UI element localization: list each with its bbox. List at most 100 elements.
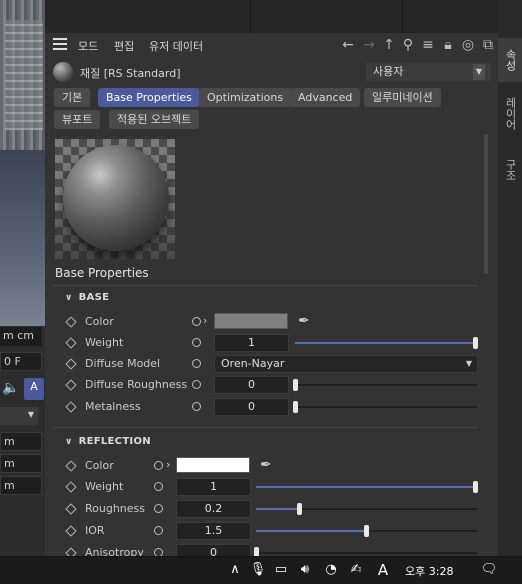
color-swatch[interactable] — [176, 457, 250, 473]
connect-icon[interactable] — [154, 504, 163, 513]
clock[interactable]: 오후 3:28 — [405, 563, 453, 579]
slider-knob[interactable] — [473, 481, 478, 493]
slider-track[interactable] — [295, 384, 477, 386]
slider-knob[interactable] — [364, 525, 369, 537]
color-swatch[interactable] — [214, 313, 288, 329]
slider-knob[interactable] — [297, 503, 302, 515]
material-header: 재질 [RS Standard] 사용자 ▼ — [45, 60, 498, 84]
diffuse-model-dropdown[interactable]: Oren-Nayar ▼ — [214, 355, 478, 373]
mode-dropdown[interactable]: 사용자 ▼ — [366, 63, 491, 81]
frame-field[interactable]: 0 F — [0, 352, 42, 371]
connect-icon[interactable] — [154, 482, 163, 491]
keyframe-icon[interactable] — [65, 481, 77, 493]
keyframe-icon[interactable] — [65, 358, 77, 370]
tab-layers[interactable]: 레이어 — [498, 90, 522, 136]
left-field-1[interactable]: m — [0, 432, 42, 451]
tab-basic[interactable]: 기본 — [54, 88, 91, 107]
pen-icon[interactable]: ✍︎ — [347, 561, 365, 579]
tab-structure[interactable]: 구조 — [498, 150, 522, 190]
connect-icon[interactable] — [154, 548, 163, 556]
menu-user-data[interactable]: 유저 데이터 — [149, 38, 203, 54]
keyframe-icon[interactable] — [65, 337, 77, 349]
wifi-icon[interactable]: ◔ — [322, 561, 340, 579]
filter-icon[interactable]: ≡ — [420, 37, 436, 53]
number-field[interactable]: 1 — [214, 334, 289, 352]
slider-knob[interactable] — [293, 401, 298, 413]
chevron-up-icon[interactable]: ∧ — [226, 561, 244, 579]
number-field[interactable]: 0 — [214, 376, 289, 394]
keyframe-icon[interactable] — [65, 401, 77, 413]
connect-icon[interactable] — [192, 338, 201, 347]
number-field[interactable]: 0.2 — [176, 500, 251, 518]
slider-track[interactable] — [256, 486, 477, 488]
group-base-header[interactable]: ∨ BASE — [65, 292, 109, 303]
param-reflection-weight: Weight 1 — [45, 477, 498, 497]
keyframe-icon[interactable] — [65, 460, 77, 472]
notification-icon[interactable]: 🗨︎ — [480, 561, 498, 579]
keyframe-icon[interactable] — [65, 316, 77, 328]
slider-fill — [256, 530, 367, 532]
number-field[interactable]: 1 — [176, 478, 251, 496]
tab-base-properties[interactable]: Base Properties — [98, 88, 200, 107]
tab-attributes[interactable]: 속성 — [498, 38, 522, 82]
param-label: Color — [85, 459, 114, 472]
new-window-icon[interactable]: ⧉ — [480, 37, 496, 53]
connect-icon[interactable] — [192, 402, 201, 411]
slider-track[interactable] — [256, 552, 477, 554]
eyedropper-icon[interactable]: ✒︎ — [260, 457, 272, 473]
search-icon[interactable]: ⚲ — [400, 37, 416, 53]
viewport[interactable] — [0, 0, 45, 326]
ime-indicator[interactable]: A — [374, 561, 392, 579]
material-preview[interactable] — [55, 139, 175, 259]
up-arrow-icon[interactable]: ↑ — [381, 37, 397, 53]
lock-icon[interactable]: 🔒︎ — [440, 37, 456, 53]
keyframe-icon[interactable] — [65, 547, 77, 556]
keyframe-icon[interactable] — [65, 525, 77, 537]
tab-optimizations[interactable]: Optimizations — [199, 88, 292, 107]
tab-advanced[interactable]: Advanced — [290, 88, 361, 107]
keyframe-icon[interactable] — [65, 379, 77, 391]
left-field-2[interactable]: m — [0, 454, 42, 473]
right-tab-strip: 속성 레이어 구조 — [498, 0, 522, 556]
number-field[interactable]: 0 — [214, 398, 289, 416]
number-field[interactable]: 1.5 — [176, 522, 251, 540]
text-mode-icon[interactable]: A — [24, 378, 44, 400]
volume-icon[interactable]: 🔊︎ — [296, 561, 314, 579]
tab-assigned-objects[interactable]: 적용된 오브젝트 — [109, 110, 200, 129]
menu-mode[interactable]: 모드 — [78, 38, 98, 54]
connect-icon[interactable] — [154, 461, 163, 470]
back-arrow-icon[interactable]: ← — [340, 37, 356, 53]
number-field[interactable]: 0 — [176, 544, 251, 556]
divider — [53, 427, 477, 428]
keyframe-icon[interactable] — [65, 503, 77, 515]
battery-icon[interactable]: ▭ — [272, 561, 290, 579]
slider-track[interactable] — [295, 406, 477, 408]
slider-knob[interactable] — [473, 337, 478, 349]
speaker-icon[interactable]: 🔈 — [2, 380, 19, 396]
left-dropdown[interactable]: ▼ — [0, 407, 38, 425]
connect-icon[interactable] — [154, 526, 163, 535]
tab-viewport[interactable]: 뷰포트 — [54, 110, 101, 129]
group-reflection-header[interactable]: ∨ REFLECTION — [65, 436, 151, 447]
left-field-3[interactable]: m — [0, 476, 42, 495]
connect-icon[interactable] — [192, 380, 201, 389]
chevron-down-icon: ▼ — [465, 359, 472, 368]
slider-track[interactable] — [256, 508, 477, 510]
expand-icon[interactable]: › — [166, 458, 170, 471]
hamburger-icon[interactable] — [53, 38, 67, 50]
menu-edit[interactable]: 편집 — [114, 38, 134, 54]
unit-field[interactable]: m cm — [0, 327, 42, 346]
expand-icon[interactable]: › — [203, 314, 207, 327]
microphone-icon[interactable]: 🎙︎ — [249, 561, 267, 579]
slider-knob[interactable] — [293, 379, 298, 391]
forward-arrow-icon[interactable]: → — [361, 37, 377, 53]
connect-icon[interactable] — [192, 359, 201, 368]
slider-track[interactable] — [295, 342, 477, 344]
connect-icon[interactable] — [192, 317, 201, 326]
scrollbar[interactable] — [484, 134, 488, 274]
param-label: Diffuse Roughness — [85, 378, 188, 391]
target-icon[interactable]: ◎ — [460, 37, 476, 53]
eyedropper-icon[interactable]: ✒︎ — [298, 313, 310, 329]
slider-knob[interactable] — [254, 547, 259, 556]
tab-illumination[interactable]: 일루미네이션 — [364, 88, 441, 107]
